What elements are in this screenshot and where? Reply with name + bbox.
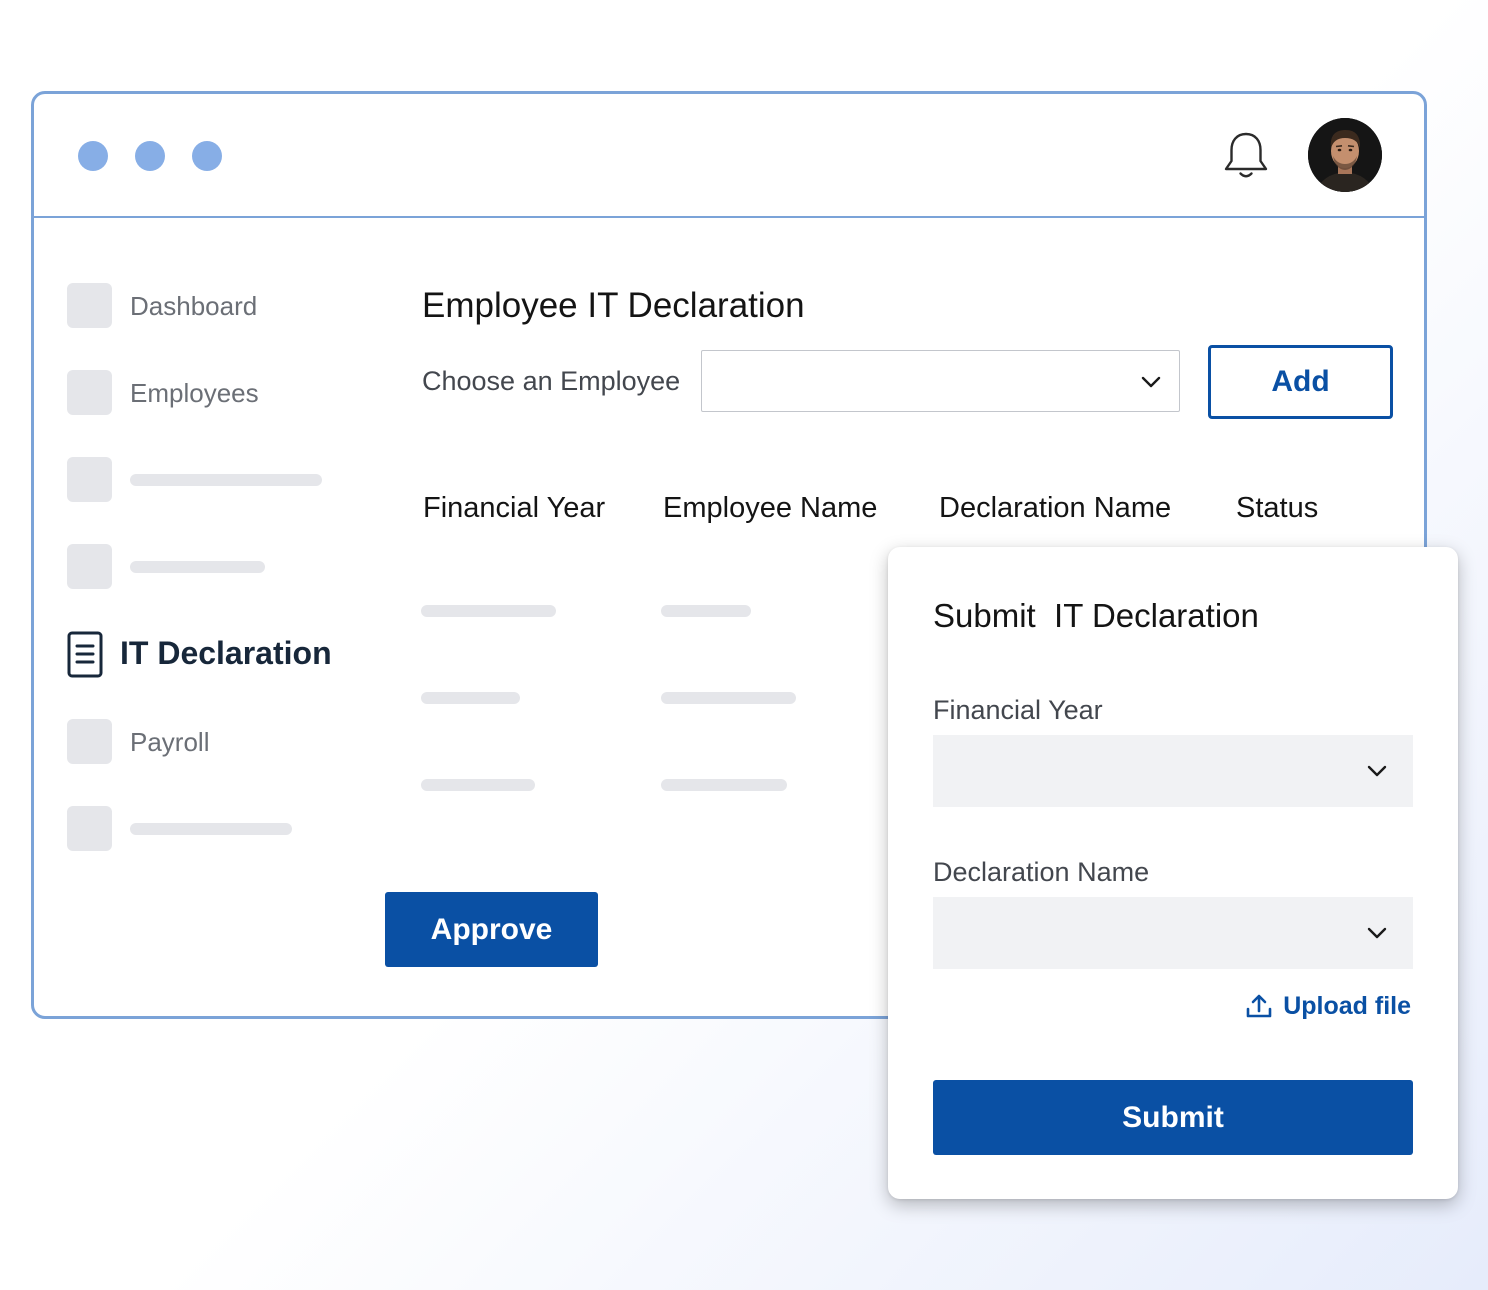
declaration-name-label: Declaration Name (933, 857, 1150, 887)
document-icon (67, 631, 103, 678)
placeholder-cell (421, 692, 520, 704)
declaration-name-select[interactable] (933, 897, 1413, 969)
placeholder-cell (421, 779, 535, 791)
upload-file-link[interactable]: Upload file (1245, 990, 1411, 1022)
column-header-financial-year: Financial Year (423, 492, 606, 524)
financial-year-select[interactable] (933, 735, 1413, 807)
sidebar-item-label: IT Declaration (120, 635, 332, 671)
add-button[interactable]: Add (1208, 345, 1393, 419)
placeholder-icon (67, 544, 112, 589)
sidebar-item-placeholder[interactable] (67, 457, 367, 503)
bell-icon[interactable] (1221, 130, 1271, 182)
title-bar (34, 94, 1424, 218)
placeholder-icon (67, 283, 112, 328)
sidebar-item-label: Payroll (130, 727, 210, 757)
upload-file-label: Upload file (1283, 991, 1411, 1020)
employee-select[interactable] (701, 350, 1180, 412)
column-header-status: Status (1236, 492, 1319, 524)
chevron-down-icon (1367, 927, 1387, 939)
column-header-declaration-name: Declaration Name (939, 492, 1172, 524)
sidebar-item-dashboard[interactable]: Dashboard (67, 283, 367, 329)
placeholder-cell (421, 605, 556, 617)
panel-title: Submit IT Declaration (933, 597, 1259, 634)
window-dot[interactable] (78, 141, 108, 171)
placeholder-cell (661, 692, 796, 704)
sidebar-item-placeholder[interactable] (67, 806, 367, 852)
placeholder-icon (67, 719, 112, 764)
sidebar-item-placeholder[interactable] (67, 544, 367, 590)
placeholder-bar (130, 823, 292, 835)
user-avatar-icon (1308, 118, 1382, 192)
approve-button[interactable]: Approve (385, 892, 598, 967)
submit-declaration-panel: Submit IT Declaration Financial Year Dec… (888, 547, 1458, 1199)
placeholder-bar (130, 561, 265, 573)
placeholder-cell (661, 605, 751, 617)
sidebar-item-payroll[interactable]: Payroll (67, 719, 367, 765)
placeholder-bar (130, 474, 322, 486)
placeholder-cell (661, 779, 787, 791)
submit-button[interactable]: Submit (933, 1080, 1413, 1155)
placeholder-icon (67, 806, 112, 851)
sidebar-item-label: Employees (130, 378, 259, 408)
avatar[interactable] (1308, 118, 1382, 192)
column-header-employee-name: Employee Name (663, 492, 878, 524)
window-dot[interactable] (192, 141, 222, 171)
chevron-down-icon (1367, 765, 1387, 777)
sidebar-item-employees[interactable]: Employees (67, 370, 367, 416)
placeholder-icon (67, 457, 112, 502)
chevron-down-icon (1141, 376, 1161, 388)
placeholder-icon (67, 370, 112, 415)
sidebar-item-label: Dashboard (130, 291, 258, 321)
sidebar-item-it-declaration[interactable]: IT Declaration (67, 631, 367, 681)
financial-year-label: Financial Year (933, 695, 1103, 725)
window-dot[interactable] (135, 141, 165, 171)
upload-icon (1246, 994, 1272, 1018)
choose-employee-label: Choose an Employee (422, 366, 681, 396)
page-title: Employee IT Declaration (422, 286, 805, 325)
